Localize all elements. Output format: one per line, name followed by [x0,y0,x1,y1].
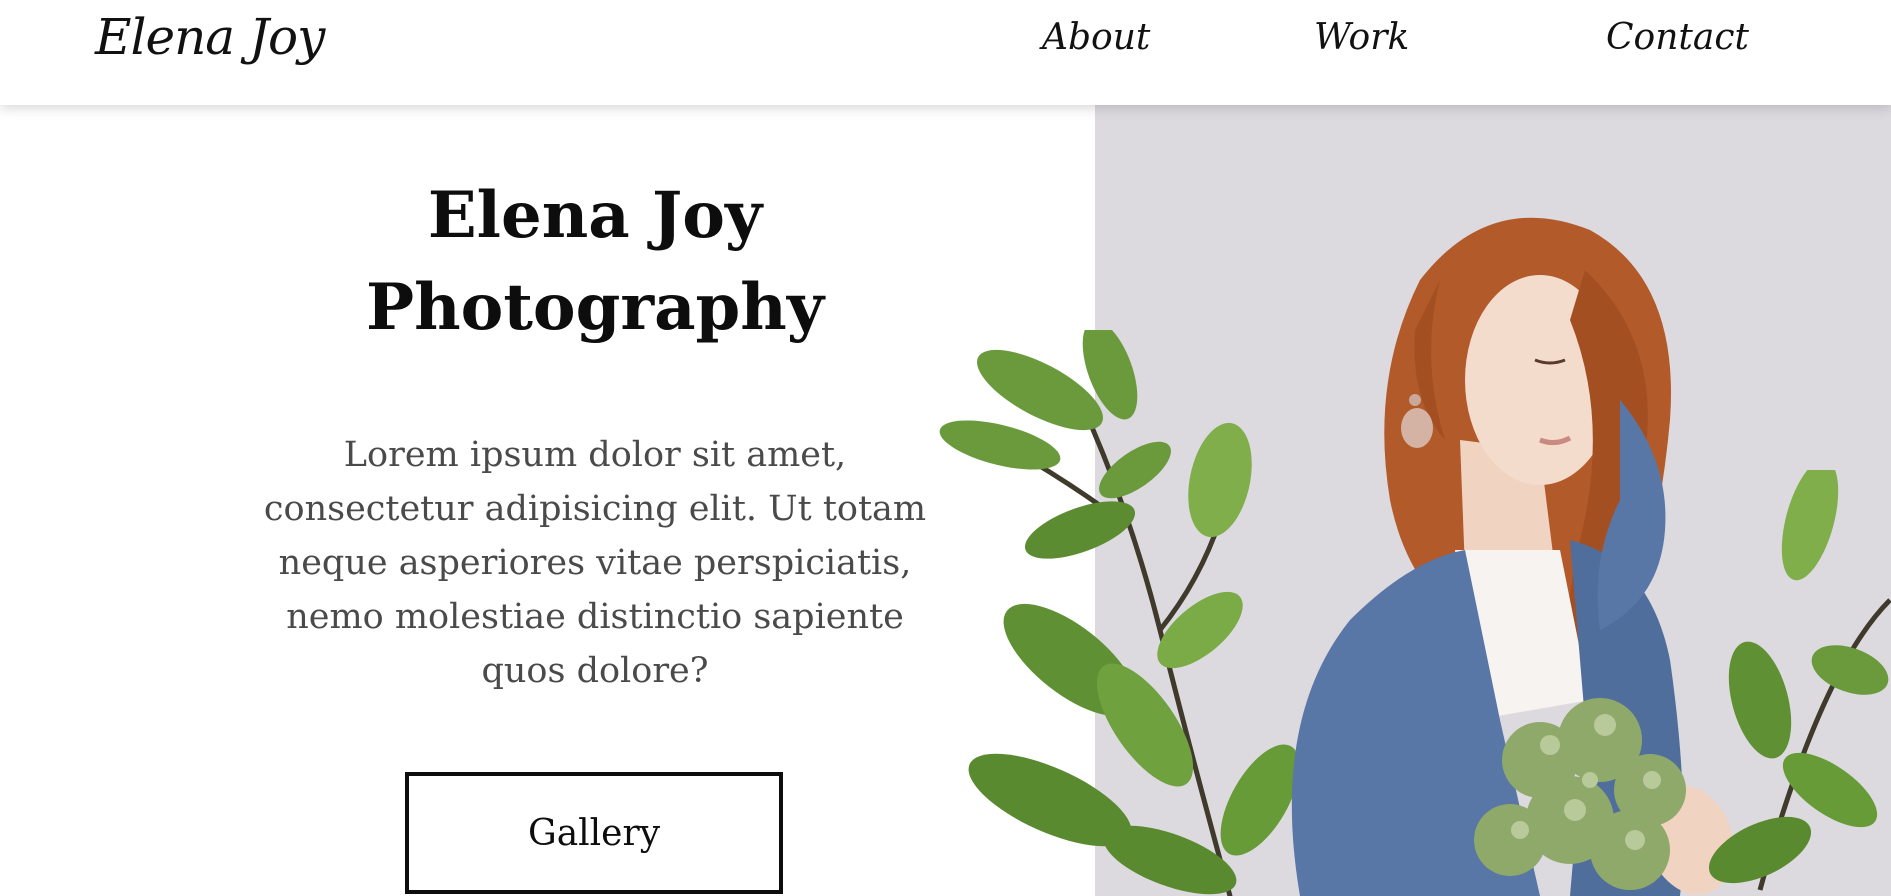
site-header: Elena Joy About Work Contact [0,0,1891,105]
hero-title-line2: Photography [366,270,824,345]
gallery-button[interactable]: Gallery [405,772,783,894]
nav-link-work[interactable]: Work [1314,17,1409,58]
hero-title: Elena Joy Photography [260,170,930,354]
leaves-right-image [1708,470,1891,891]
hero-description: Lorem ipsum dolor sit amet, consectetur … [263,435,927,691]
hero-title-line1: Elena Joy [427,178,763,253]
nav-link-contact[interactable]: Contact [1606,17,1749,58]
site-logo[interactable]: Elena Joy [95,8,325,66]
nav-link-about[interactable]: About [1042,17,1150,58]
